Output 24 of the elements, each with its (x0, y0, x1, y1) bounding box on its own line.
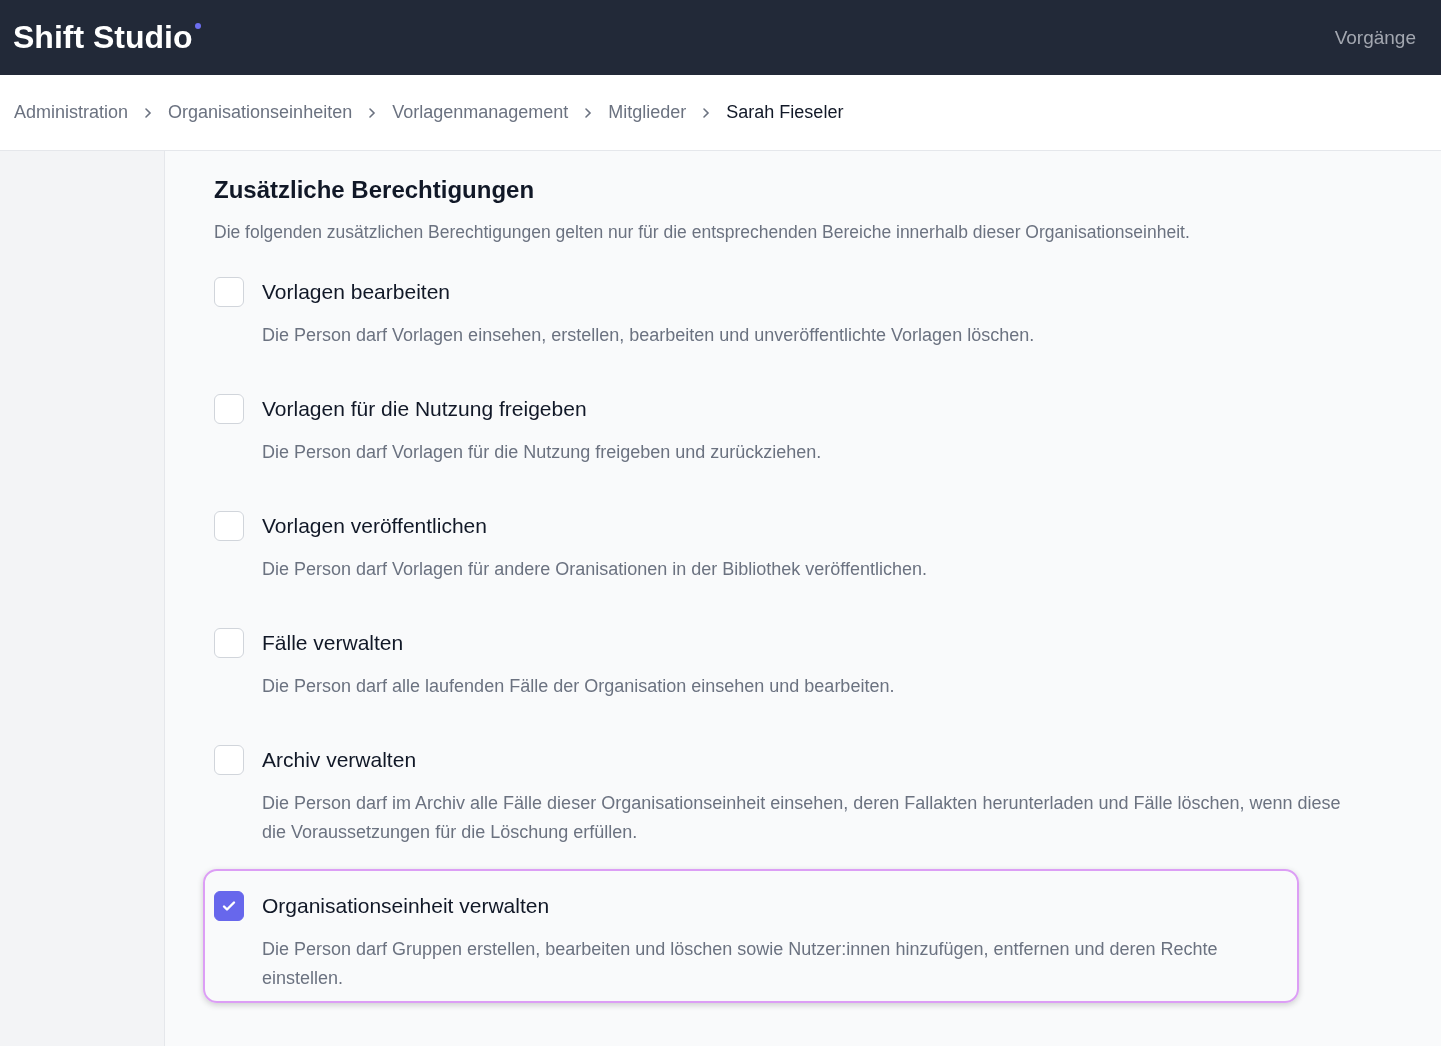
permission-description: Die Person darf Vorlagen für andere Oranisationen in der Bibliothek veröffentlichen. (262, 558, 929, 581)
logo-dot-icon (194, 23, 201, 29)
permission-description: Die Person darf im Archiv alle Fälle dieser Organisationseinheit einsehen, deren Fallakten herunterladen und Fälle löschen, wenn diese die Voraussetzungen für die Löschung erfüllen. (262, 792, 1342, 844)
section-description: Die folgenden zusätzlichen Berechtigungen gelten nur für die entsprechenden Bereiche innerhalb dieser Organisationseinheit. (214, 221, 1191, 244)
permission-label: Vorlagen für die Nutzung freigeben (262, 397, 587, 421)
permission-label: Fälle verwalten (262, 631, 404, 655)
permission-label: Vorlagen bearbeiten (262, 280, 450, 304)
section-title: Zusätzliche Berechtigungen (214, 175, 536, 205)
permission-description: Die Person darf Gruppen erstellen, bearbeiten und löschen sowie Nutzer:innen hinzufügen, entfernen und deren Rechte einstellen. (262, 938, 1219, 990)
app-logo: Shift Studio (13, 19, 193, 56)
permission-label: Archiv verwalten (262, 748, 417, 772)
breadcrumb-link[interactable]: Administration (14, 102, 129, 123)
breadcrumb-link[interactable]: Sarah Fieseler (726, 102, 844, 123)
breadcrumb-link[interactable]: Organisationseinheiten (168, 102, 353, 123)
permission-description: Die Person darf Vorlagen einsehen, erstellen, bearbeiten und unveröffentlichte Vorlagen löschen. (262, 324, 1036, 347)
breadcrumb-link[interactable]: Vorlagenmanagement (392, 102, 569, 123)
permission-description: Die Person darf alle laufenden Fälle der Organisation einsehen und bearbeiten. (262, 675, 896, 698)
nav-link[interactable]: Vorgänge (1334, 26, 1416, 49)
permission-label: Vorlagen veröffentlichen (262, 514, 487, 538)
checkmark-icon (221, 898, 237, 914)
breadcrumb-link[interactable]: Mitglieder (608, 102, 687, 123)
permission-description: Die Person darf Vorlagen für die Nutzung freigeben und zurückziehen. (262, 441, 823, 464)
permission-label: Organisationseinheit verwalten (262, 894, 550, 918)
checkbox[interactable] (214, 891, 244, 921)
